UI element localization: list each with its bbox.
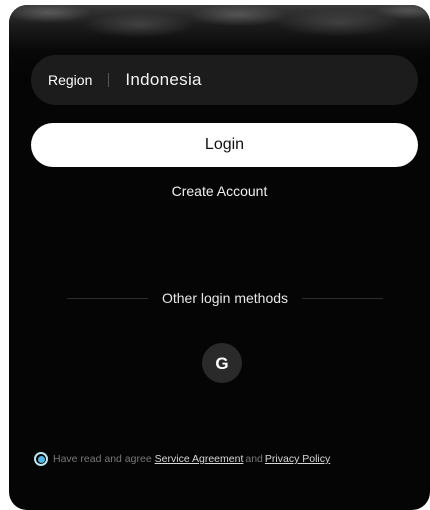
- create-account-link[interactable]: Create Account: [9, 183, 430, 199]
- divider-line-left: [67, 297, 148, 299]
- divider-line-right: [302, 297, 384, 299]
- other-login-divider: Other login methods: [67, 289, 384, 307]
- google-login-button[interactable]: G: [202, 343, 242, 383]
- region-label: Region: [48, 72, 93, 88]
- service-agreement-link[interactable]: Service Agreement: [155, 453, 244, 465]
- region-separator: [108, 73, 110, 87]
- login-card: Region Indonesia Login Create Account Ot…: [9, 5, 430, 510]
- agreement-radio[interactable]: [34, 452, 48, 466]
- agreement-row: Have read and agree Service Agreement an…: [34, 451, 424, 467]
- google-icon-glyph: G: [215, 354, 228, 373]
- agreement-conjunction: and: [245, 453, 263, 465]
- agreement-radio-dot: [37, 455, 45, 463]
- region-selector[interactable]: Region Indonesia: [31, 55, 418, 105]
- privacy-policy-link[interactable]: Privacy Policy: [265, 453, 330, 465]
- region-value: Indonesia: [125, 70, 202, 89]
- agreement-prefix: Have read and agree: [53, 453, 152, 465]
- other-login-methods-label: Other login methods: [161, 290, 289, 306]
- login-button[interactable]: Login: [31, 123, 418, 167]
- google-icon: G: [215, 354, 228, 373]
